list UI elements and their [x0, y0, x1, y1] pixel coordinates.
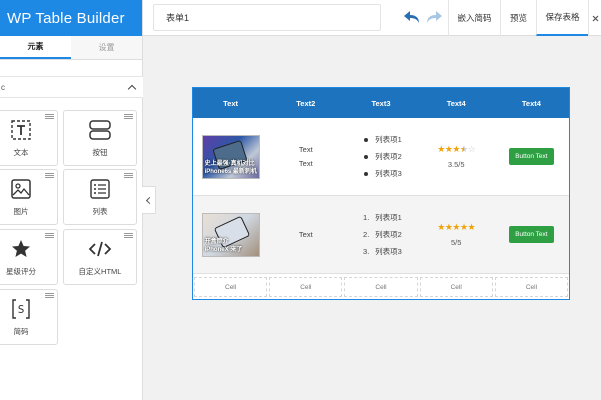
empty-cell[interactable]: Cell [194, 277, 268, 297]
sidebar-tabs: 元素 设置 [0, 36, 142, 60]
undo-button[interactable] [402, 7, 422, 27]
bullet-list: 列表项1 列表项2 列表项3 [360, 131, 402, 182]
collapse-sidebar-button[interactable] [142, 186, 156, 214]
element-text[interactable]: 文本 [0, 110, 58, 166]
list-icon [88, 177, 112, 201]
table-canvas[interactable]: Text Text2 Text3 Text4 Text4 史上最强·真机对比 i… [192, 87, 570, 300]
list-item: 2. 列表项2 [363, 230, 402, 239]
element-image[interactable]: 图片 [0, 169, 58, 225]
elements-section-header[interactable]: c [0, 76, 143, 98]
cta-button[interactable]: Button Text [509, 148, 554, 165]
drag-handle-icon[interactable] [45, 114, 54, 119]
button-icon [88, 118, 112, 142]
element-button[interactable]: 按钮 [63, 110, 137, 166]
header-cell[interactable]: Text4 [419, 88, 494, 118]
list-item: 列表项3 [360, 165, 402, 182]
drag-handle-icon[interactable] [124, 233, 133, 238]
header-cell[interactable]: Text [193, 88, 268, 118]
chevron-left-icon [145, 196, 154, 204]
undo-icon [404, 11, 419, 23]
tab-elements[interactable]: 元素 [0, 36, 71, 59]
redo-icon [427, 11, 442, 23]
product-image: 开盒简介 iPhoneX 来了 [201, 212, 260, 257]
sidebar: WP Table Builder 元素 设置 c 文本 按钮 图片 列表 星级评… [0, 0, 143, 400]
element-custom-html[interactable]: 自定义HTML [63, 229, 137, 285]
close-button[interactable] [588, 0, 601, 36]
rating-cell[interactable]: ★★★★★☆ 3.5/5 [419, 118, 494, 195]
app-brand: WP Table Builder [0, 0, 142, 36]
numbered-list: 1. 列表项1 2. 列表项2 3. 列表项3 [360, 209, 402, 260]
cta-button[interactable]: Button Text [509, 226, 554, 243]
button-cell[interactable]: Button Text [494, 118, 569, 195]
list-cell[interactable]: 1. 列表项1 2. 列表项2 3. 列表项3 [343, 196, 418, 273]
drag-handle-icon[interactable] [45, 293, 54, 298]
image-cell[interactable]: 史上最强·真机对比 iPhone6s 最新刺机 [193, 118, 268, 195]
text-icon [9, 118, 33, 142]
empty-cell[interactable]: Cell [494, 277, 569, 297]
code-icon [88, 237, 112, 261]
table-header-row: Text Text2 Text3 Text4 Text4 [193, 88, 569, 118]
preview-button[interactable]: 预览 [500, 0, 536, 36]
rating-score: 3.5/5 [447, 160, 465, 169]
text-cell[interactable]: Text Text [268, 118, 343, 195]
drag-handle-icon[interactable] [124, 173, 133, 178]
close-icon [592, 15, 598, 21]
section-title: c [1, 82, 5, 92]
list-item: 列表项1 [360, 131, 402, 148]
header-cell[interactable]: Text4 [494, 88, 569, 118]
element-star-rating[interactable]: 星级评分 [0, 229, 58, 285]
svg-text:S: S [18, 303, 25, 316]
text-cell[interactable]: Text [268, 196, 343, 273]
embed-shortcode-button[interactable]: 嵌入简码 [448, 0, 500, 36]
top-toolbar: 嵌入简码 预览 保存表格 [143, 0, 601, 36]
table-row-empty: Cell Cell Cell Cell Cell [193, 275, 569, 299]
rating-score: 5/5 [450, 238, 462, 247]
save-table-button[interactable]: 保存表格 [536, 0, 588, 36]
button-cell[interactable]: Button Text [494, 196, 569, 273]
table-row: 开盒简介 iPhoneX 来了 Text 1. 列表项1 2. 列表项2 3. 列表项… [193, 196, 569, 274]
bullet-icon [364, 155, 369, 159]
shortcode-icon: S [9, 297, 33, 321]
star-rating: ★★★★★ [437, 222, 476, 232]
empty-cell[interactable]: Cell [269, 277, 343, 297]
element-list[interactable]: 列表 [63, 169, 137, 225]
star-icon [9, 237, 33, 261]
drag-handle-icon[interactable] [45, 233, 54, 238]
list-item: 1. 列表项1 [363, 213, 402, 222]
empty-cell[interactable]: Cell [419, 277, 493, 297]
list-cell[interactable]: 列表项1 列表项2 列表项3 [343, 118, 418, 195]
element-shortcode[interactable]: S 简码 [0, 289, 58, 345]
list-item: 3. 列表项3 [363, 247, 402, 256]
image-cell[interactable]: 开盒简介 iPhoneX 来了 [193, 196, 268, 273]
product-image: 史上最强·真机对比 iPhone6s 最新刺机 [201, 134, 260, 179]
table-row: 史上最强·真机对比 iPhone6s 最新刺机 Text Text 列表项1 列… [193, 118, 569, 196]
tab-settings[interactable]: 设置 [71, 36, 142, 59]
rating-cell[interactable]: ★★★★★ 5/5 [419, 196, 494, 273]
bullet-icon [364, 172, 369, 176]
table-title-input[interactable] [153, 4, 381, 31]
empty-cell[interactable]: Cell [344, 277, 418, 297]
list-item: 列表项2 [360, 148, 402, 165]
chevron-up-icon [127, 84, 137, 93]
redo-button[interactable] [424, 7, 444, 27]
drag-handle-icon[interactable] [124, 114, 133, 119]
star-rating: ★★★★★☆ [437, 144, 476, 154]
header-cell[interactable]: Text2 [268, 88, 343, 118]
bullet-icon [364, 138, 369, 142]
header-cell[interactable]: Text3 [343, 88, 418, 118]
image-icon [9, 177, 33, 201]
drag-handle-icon[interactable] [45, 173, 54, 178]
